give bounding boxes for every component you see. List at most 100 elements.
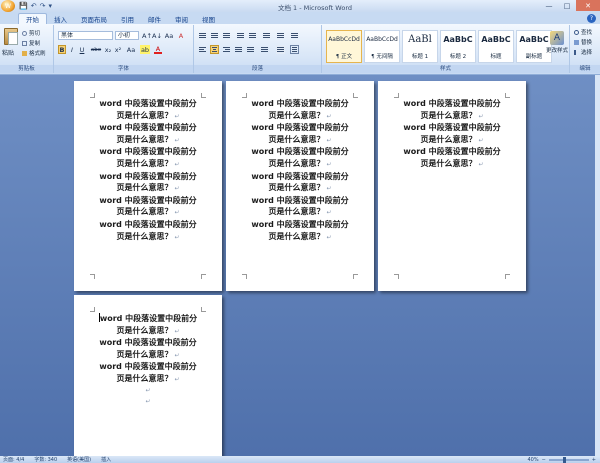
replace-icon	[574, 39, 579, 45]
title-bar: W 💾 ↶ ↷ ▾ 文档 1 - Microsoft Word — □ ✕	[0, 0, 600, 12]
select-button[interactable]: 选择	[574, 48, 592, 56]
page-count[interactable]: 页面: 4/4	[3, 456, 24, 463]
empty-paragraph-mark: ↵	[145, 398, 151, 405]
vertical-scrollbar[interactable]	[595, 75, 600, 456]
shading-button[interactable]	[276, 45, 285, 54]
binoculars-icon	[574, 29, 579, 35]
superscript-button[interactable]: x²	[114, 45, 122, 54]
redo-icon[interactable]: ↷	[40, 2, 46, 10]
office-button[interactable]: W	[1, 0, 15, 12]
zoom-control: 40% − +	[527, 456, 596, 463]
style-normal[interactable]: AaBbCcDd ¶ 正文	[326, 30, 362, 63]
scissors-icon	[22, 30, 27, 36]
copy-icon	[22, 40, 27, 46]
font-group: 黑体 小初 A↑ A↓ Aa A B I U abe x₂ x² Aa ab A…	[54, 25, 194, 73]
cut-button[interactable]: 剪切	[22, 29, 40, 37]
borders-button[interactable]	[290, 45, 299, 54]
align-center-button[interactable]	[210, 45, 219, 54]
status-bar: 页面: 4/4 字数: 340 英语(美国) 插入 40% − +	[0, 456, 600, 463]
justify-button[interactable]	[234, 45, 243, 54]
paragraph-block: word 中段落设置中段前分 页是什么意思？ ↵ word 中段落设置中段前分 页是什…	[251, 99, 349, 241]
document-page-4[interactable]: word 中段落设置中段前分 页是什么意思？ ↵ word 中段落设置中段前分 页是什…	[74, 295, 222, 456]
maximize-button[interactable]: □	[558, 0, 576, 11]
change-case-button[interactable]: Aa	[165, 31, 173, 40]
grow-font-button[interactable]: A↑	[142, 31, 152, 40]
tab-insert[interactable]: 插入	[47, 13, 74, 24]
italic-button[interactable]: I	[68, 45, 76, 54]
copy-button[interactable]: 复制	[22, 39, 40, 47]
sort-button[interactable]	[276, 31, 285, 40]
style-no-spacing[interactable]: AaBbCcDd ¶ 无间隔	[364, 30, 400, 63]
font-size-select[interactable]: 小初	[115, 31, 139, 40]
style-title[interactable]: AaBbC 标题	[478, 30, 514, 63]
line-spacing-button[interactable]	[260, 45, 269, 54]
clear-format-button[interactable]: A	[177, 31, 185, 40]
tab-mailings[interactable]: 邮件	[141, 13, 168, 24]
style-heading-2[interactable]: AaBbC 标题 2	[440, 30, 476, 63]
save-icon[interactable]: 💾	[19, 2, 28, 10]
style-heading-1[interactable]: AaBl 标题 1	[402, 30, 438, 63]
shrink-font-button[interactable]: A↓	[152, 31, 162, 40]
format-painter-button[interactable]: 格式刷	[22, 49, 46, 57]
font-color-button[interactable]: A	[154, 45, 162, 54]
insert-mode[interactable]: 插入	[101, 456, 111, 463]
strikethrough-button[interactable]: abe	[90, 45, 102, 54]
bullets-button[interactable]	[198, 31, 207, 40]
tab-home[interactable]: 开始	[18, 13, 47, 24]
quick-access-toolbar: 💾 ↶ ↷ ▾	[19, 2, 52, 10]
undo-icon[interactable]: ↶	[31, 2, 37, 10]
document-page-3[interactable]: word 中段落设置中段前分 页是什么意思？ ↵ word 中段落设置中段前分 页是什…	[378, 81, 526, 291]
language-indicator[interactable]: 英语(美国)	[67, 456, 91, 463]
find-button[interactable]: 查找	[574, 28, 592, 36]
minimize-button[interactable]: —	[540, 0, 558, 11]
decrease-indent-button[interactable]	[236, 31, 245, 40]
paragraph-block: word 中段落设置中段前分 页是什么意思？ ↵ word 中段落设置中段前分 页是什…	[99, 99, 197, 241]
zoom-slider-thumb[interactable]	[562, 456, 566, 463]
paste-icon[interactable]	[4, 28, 18, 45]
zoom-level[interactable]: 40%	[527, 457, 538, 463]
highlight-button[interactable]: ab	[140, 45, 150, 54]
paste-button[interactable]: 粘贴	[2, 48, 14, 57]
customize-qat-icon[interactable]: ▾	[48, 2, 52, 10]
distributed-button[interactable]	[246, 45, 255, 54]
clipboard-group-label: 剪贴板	[0, 65, 53, 73]
editing-group: 查找 替换 选择 编辑	[570, 25, 600, 73]
styles-group: AaBbCcDd ¶ 正文 AaBbCcDd ¶ 无间隔 AaBl 标题 1 A…	[322, 25, 570, 73]
brush-icon	[22, 50, 27, 56]
paragraph-block: word 中段落设置中段前分 页是什么意思？ ↵ word 中段落设置中段前分 页是什…	[98, 313, 198, 383]
word-count[interactable]: 字数: 340	[34, 456, 57, 463]
tab-review[interactable]: 审阅	[168, 13, 195, 24]
font-name-select[interactable]: 黑体	[58, 31, 113, 40]
underline-button[interactable]: U	[78, 45, 86, 54]
empty-paragraph-mark: ↵	[145, 387, 151, 394]
close-button[interactable]: ✕	[576, 0, 600, 11]
tab-view[interactable]: 视图	[195, 13, 222, 24]
document-page-1[interactable]: word 中段落设置中段前分 页是什么意思？ ↵ word 中段落设置中段前分 页是什…	[74, 81, 222, 291]
styles-group-label: 样式	[322, 65, 569, 73]
zoom-slider[interactable]	[548, 456, 589, 463]
chinese-layout-button[interactable]	[262, 31, 271, 40]
tab-references[interactable]: 引用	[114, 13, 141, 24]
zoom-in-icon[interactable]: +	[592, 457, 596, 463]
paragraph-group: 段落	[194, 25, 322, 73]
align-right-button[interactable]	[222, 45, 231, 54]
text-effect-button[interactable]: Aa	[126, 45, 136, 54]
zoom-out-icon[interactable]: −	[542, 457, 546, 463]
increase-indent-button[interactable]	[248, 31, 257, 40]
document-workspace[interactable]: word 中段落设置中段前分 页是什么意思？ ↵ word 中段落设置中段前分 页是什…	[0, 75, 595, 456]
font-group-label: 字体	[54, 65, 193, 73]
ribbon: 粘贴 剪切 复制 格式刷 剪贴板 黑体 小初 A↑ A↓ Aa A B I U …	[0, 24, 600, 75]
tab-page-layout[interactable]: 页面布局	[74, 13, 114, 24]
help-icon[interactable]: ?	[587, 14, 596, 23]
show-marks-button[interactable]	[290, 31, 299, 40]
cursor-arrow-icon	[574, 49, 579, 55]
bold-button[interactable]: B	[58, 45, 66, 54]
replace-button[interactable]: 替换	[574, 38, 592, 46]
multilevel-list-button[interactable]	[222, 31, 231, 40]
align-left-button[interactable]	[198, 45, 207, 54]
document-page-2[interactable]: word 中段落设置中段前分 页是什么意思？ ↵ word 中段落设置中段前分 页是什…	[226, 81, 374, 291]
change-styles-button[interactable]: A 更改样式	[546, 28, 568, 66]
numbering-button[interactable]	[210, 31, 219, 40]
subscript-button[interactable]: x₂	[104, 45, 112, 54]
ribbon-tabs: 开始 插入 页面布局 引用 邮件 审阅 视图 ?	[0, 12, 600, 24]
